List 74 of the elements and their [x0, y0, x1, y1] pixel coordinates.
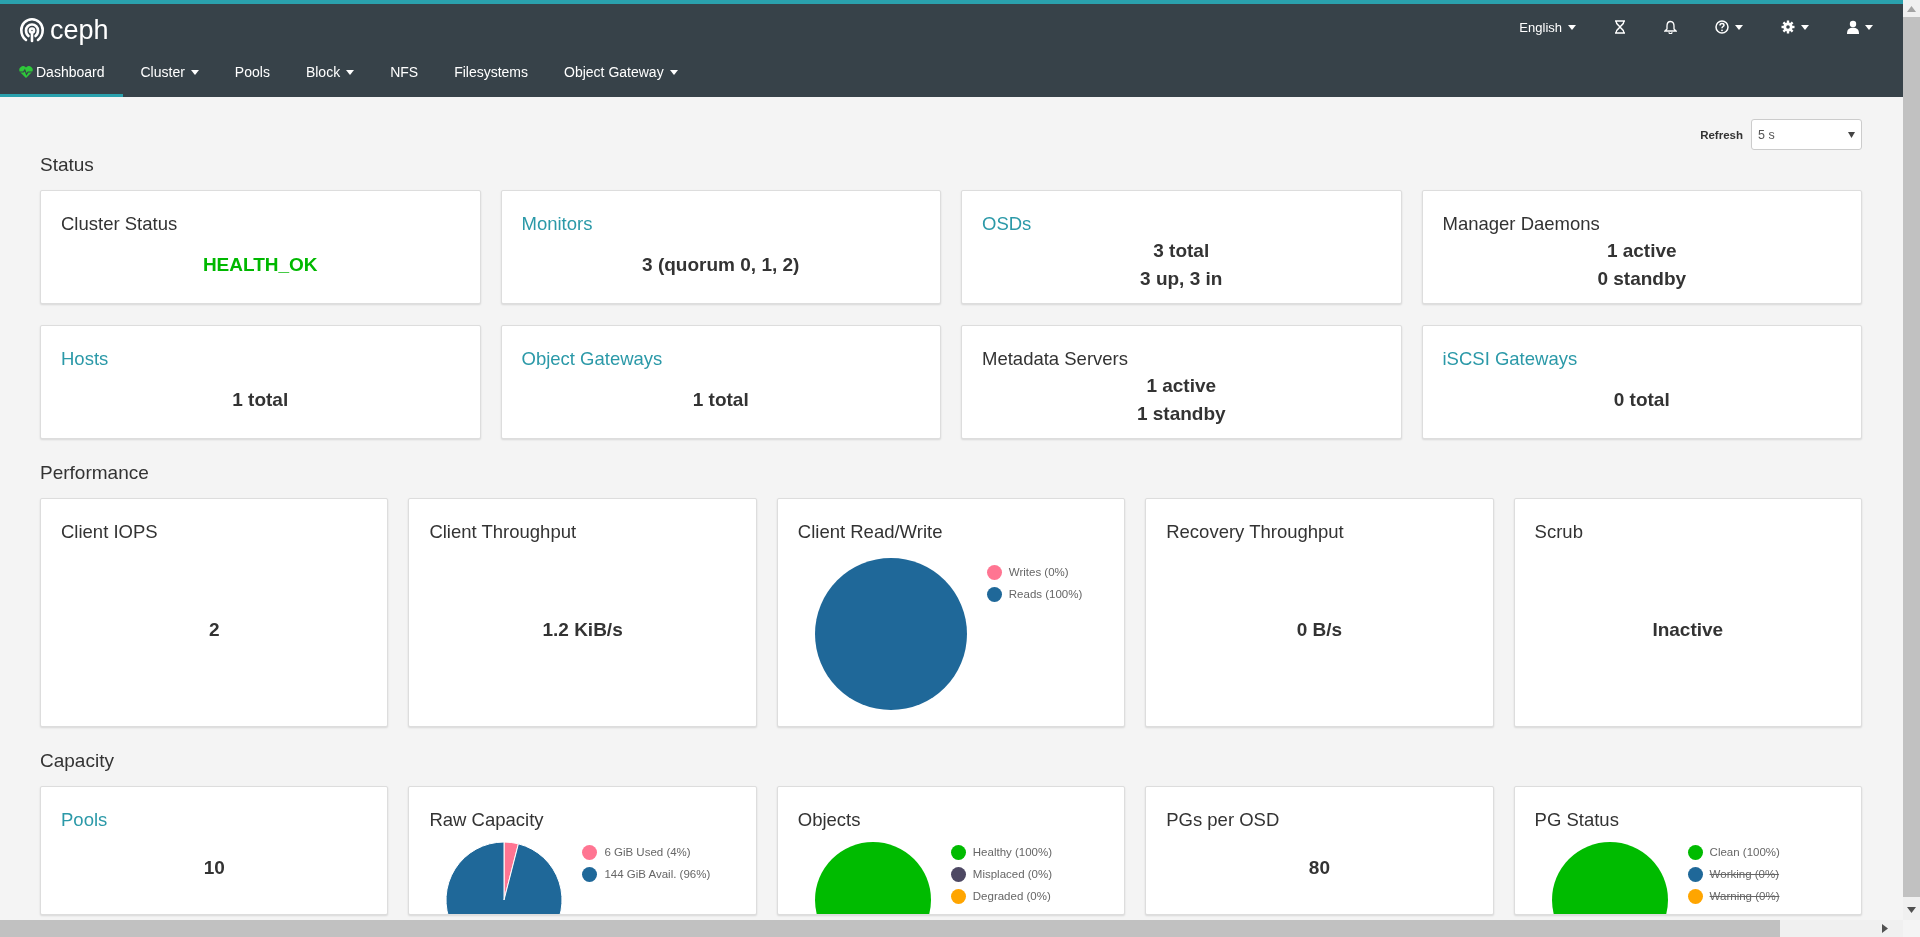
legend-label[interactable]: 6 GiB Used (4%): [604, 843, 691, 861]
card-value: 3 up, 3 in: [1140, 266, 1223, 291]
card-title: Manager Daemons: [1442, 212, 1600, 236]
card-title: PGs per OSD: [1166, 808, 1280, 832]
nav-tab[interactable]: Object Gateway: [546, 50, 696, 97]
card-value: 1 active: [1146, 373, 1217, 398]
brand-name[interactable]: ceph: [50, 14, 109, 46]
section-heading: Performance: [40, 461, 150, 485]
legend-label[interactable]: Working (0%): [1709, 865, 1780, 883]
card-title-link[interactable]: Pools: [61, 808, 108, 832]
legend-label[interactable]: Misplaced (0%): [972, 865, 1053, 883]
card-title: Cluster Status: [61, 212, 178, 236]
legend-label[interactable]: Reads (100%): [1008, 585, 1083, 603]
card-value: Inactive: [1652, 618, 1724, 642]
card-value: 80: [1308, 856, 1330, 880]
section-heading: Status: [40, 153, 95, 177]
card-value: 0 total: [1613, 387, 1670, 412]
card-title: Metadata Servers: [982, 347, 1128, 371]
nav-tab[interactable]: Filesystems: [436, 50, 547, 97]
logo-icon: [20, 17, 44, 43]
section-heading: Capacity: [40, 749, 115, 773]
refresh-label: Refresh: [1700, 128, 1743, 141]
card-title-link[interactable]: iSCSI Gateways: [1442, 347, 1578, 371]
nav-tab[interactable]: Pools: [216, 50, 288, 97]
card-value: 1 total: [232, 387, 289, 412]
caret-icon: [1848, 131, 1855, 138]
card-value: 2: [208, 618, 220, 642]
card-title: Client Throughput: [429, 520, 577, 544]
heart-pulse-icon: [19, 66, 33, 78]
caret-icon: [1568, 24, 1576, 30]
nav-tab[interactable]: Cluster: [122, 50, 217, 97]
nav-tab[interactable]: Block: [287, 50, 373, 97]
card-value: 0 B/s: [1296, 618, 1343, 642]
legend-label[interactable]: Healthy (100%): [972, 843, 1053, 861]
legend-label[interactable]: Warning (0%): [1709, 887, 1780, 905]
hourglass-icon: [1614, 20, 1626, 34]
card-title: Objects: [797, 808, 861, 832]
legend-label[interactable]: Clean (100%): [1709, 843, 1780, 861]
caret-icon: [190, 69, 199, 75]
card-value: 1 active: [1606, 238, 1677, 263]
card-value: 3 (quorum 0, 1, 2): [642, 252, 800, 277]
legend-label[interactable]: Degraded (0%): [972, 887, 1051, 905]
card-title-link[interactable]: OSDs: [982, 212, 1032, 236]
card-title: Raw Capacity: [429, 808, 544, 832]
card-value: 1 standby: [1136, 401, 1226, 426]
caret-icon: [346, 69, 355, 75]
card-title: Client IOPS: [61, 520, 158, 544]
card-value: HEALTH_OK: [202, 252, 318, 277]
caret-icon: [669, 69, 678, 75]
legend-label[interactable]: 144 GiB Avail. (96%): [604, 865, 711, 883]
user-icon: [1847, 20, 1859, 34]
settings-icon: [1781, 20, 1795, 34]
card-value: 10: [203, 856, 225, 880]
card-title-link[interactable]: Object Gateways: [521, 347, 663, 371]
nav-tab[interactable]: Dashboard: [0, 50, 123, 97]
help-icon: [1715, 20, 1729, 34]
card-value: 1 total: [692, 387, 749, 412]
refresh-select[interactable]: 5 s: [1751, 119, 1862, 150]
card-title: Client Read/Write: [797, 520, 943, 544]
legend-label[interactable]: Writes (0%): [1008, 563, 1069, 581]
card-value: 3 total: [1153, 238, 1210, 263]
caret-icon: [1735, 24, 1743, 30]
nav-tab[interactable]: NFS: [372, 50, 437, 97]
caret-icon: [1865, 24, 1873, 30]
card-value: 0 standby: [1597, 266, 1687, 291]
language-dropdown[interactable]: English: [1509, 15, 1586, 39]
caret-icon: [1801, 24, 1809, 30]
card-title: Recovery Throughput: [1166, 520, 1344, 544]
card-title-link[interactable]: Monitors: [521, 212, 593, 236]
card-title: Scrub: [1534, 520, 1583, 544]
card-value: 1.2 KiB/s: [542, 618, 623, 642]
bell-icon: [1664, 20, 1677, 34]
card-title: PG Status: [1534, 808, 1619, 832]
card-title-link[interactable]: Hosts: [61, 347, 109, 371]
